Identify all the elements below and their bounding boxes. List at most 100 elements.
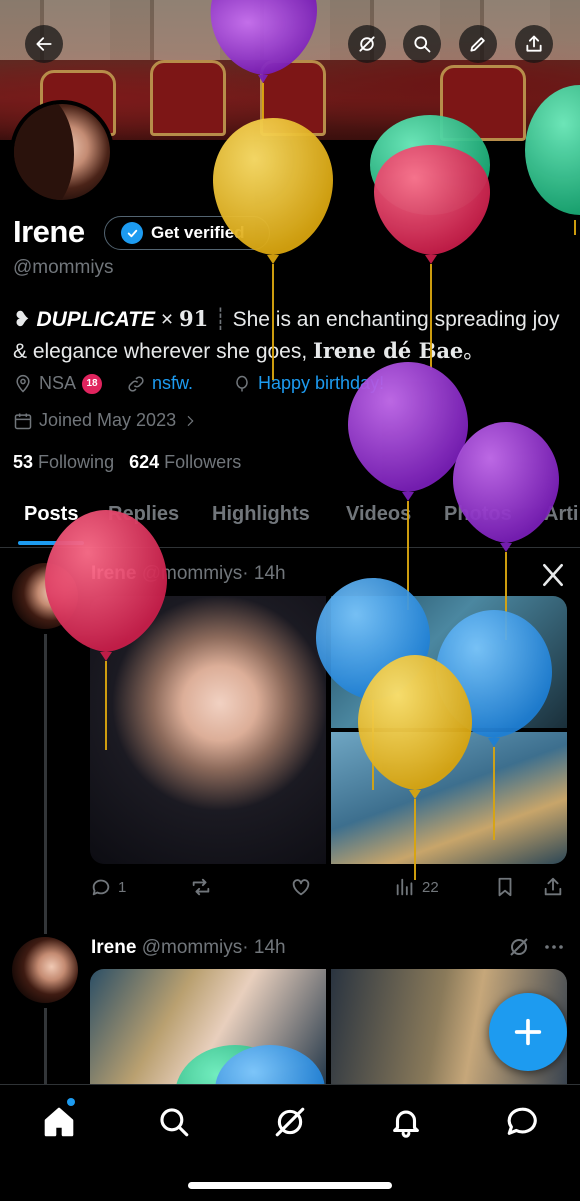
tab-videos[interactable]: Videos [346,503,411,526]
profile-tabs: Posts Replies Highlights Videos Photos A… [0,495,580,548]
bookmark-button[interactable] [494,876,516,898]
reply-icon [92,879,110,896]
post-author[interactable]: Irene [91,563,136,584]
post-header: Irene @mommiys· 14h [91,563,286,585]
grok-icon[interactable] [507,935,531,964]
followers-label: Followers [164,452,242,472]
views-button[interactable]: 22 [394,876,439,898]
tab-posts[interactable]: Posts [24,503,78,526]
tab-photos[interactable]: Photos [444,503,512,526]
compose-button[interactable] [489,993,567,1071]
post-avatar[interactable] [12,563,78,629]
back-button[interactable] [25,25,63,63]
get-verified-button[interactable]: Get verified [104,216,270,250]
x-logo-icon [540,562,566,593]
joined-text: Joined May 2023 [39,410,177,430]
repost-button[interactable] [190,876,212,898]
reply-count: 1 [118,878,127,896]
profile-website[interactable]: nsfw. [126,373,193,394]
profile-birthday[interactable]: Happy birthday! [232,373,384,394]
tab-replies[interactable]: Replies [108,503,179,526]
post-image[interactable] [331,596,567,728]
balloon [348,362,468,610]
banner-chair [260,60,326,136]
post-image[interactable] [90,596,326,864]
heart-icon [292,879,310,896]
home-icon [44,1107,74,1137]
tab-articles[interactable]: Arti [544,503,578,526]
edit-button[interactable] [459,25,497,63]
link-icon [128,375,144,392]
bio-count: 91 [179,306,209,331]
post-image[interactable] [331,732,567,864]
search-icon [160,1108,189,1137]
grok-button[interactable] [348,25,386,63]
thread-line [44,634,47,934]
bio-prefix-icon: ❥ [13,308,31,331]
bell-icon [393,1110,419,1138]
home-indicator [188,1182,392,1189]
bio-duplicate: DUPLICATE [36,308,156,331]
profile-name: Irene [13,214,85,249]
profile-bio: ❥ DUPLICATE × 91 ┊ She is an enchanting … [13,303,568,367]
birthday-link[interactable]: Happy birthday! [258,373,384,394]
arrow-left-icon [36,37,52,51]
tab-highlights[interactable]: Highlights [212,503,310,526]
tab-active-indicator [18,541,84,545]
post-actions: 1 22 [90,876,570,904]
post-handle[interactable]: @mommiys [142,937,243,958]
profile-joined[interactable]: Joined May 2023 [13,410,198,431]
reply-button[interactable]: 1 [90,876,126,898]
share-post-button[interactable] [542,876,564,898]
post-time: · 14h [242,563,286,584]
profile-handle: @mommiys [13,257,114,278]
nav-home[interactable] [42,1105,76,1139]
views-count: 22 [422,878,439,896]
nav-explore[interactable] [157,1105,191,1139]
thread-line [44,1008,47,1084]
verified-badge-icon [121,222,143,244]
website-link[interactable]: nsfw. [152,373,193,394]
profile-location: NSA 18 [13,373,103,394]
followers-link[interactable]: 624 Followers [129,452,241,472]
chevron-right-icon [187,415,194,426]
grok-icon [275,1107,305,1137]
profile-avatar[interactable] [10,100,114,204]
home-notification-dot [67,1098,75,1106]
pencil-icon [470,37,485,52]
bio-divider: ┊ [214,308,227,331]
nav-notifications[interactable] [389,1105,423,1139]
post-image[interactable] [90,969,326,1084]
bio-end: 。 [463,340,485,363]
nav-grok[interactable] [273,1105,307,1139]
search-button[interactable] [403,25,441,63]
post-time: · 14h [242,937,286,958]
more-options-icon[interactable] [542,935,566,964]
post-author[interactable]: Irene [91,937,136,958]
views-icon [396,878,413,896]
get-verified-label: Get verified [151,223,245,242]
banner-chair [150,60,226,136]
search-icon [414,36,431,53]
post-handle[interactable]: @mommiys [142,563,243,584]
chat-icon [507,1107,537,1135]
like-button[interactable] [290,876,312,898]
following-link[interactable]: 53 Following [13,452,114,472]
bio-signature: Irene dé Bae [313,338,464,363]
bookmark-icon [498,877,512,897]
share-icon [526,35,542,52]
followers-count: 624 [129,452,160,472]
following-count: 53 [13,452,34,472]
post-header: Irene @mommiys· 14h [91,937,286,959]
post-avatar[interactable] [12,937,78,1003]
calendar-icon [14,413,32,429]
share-button[interactable] [515,25,553,63]
age-restricted-badge: 18 [82,373,103,394]
nav-messages[interactable] [505,1105,539,1139]
balloon-icon [236,375,248,391]
follow-counts: 53 Following 624 Followers [13,452,241,473]
plus-icon [514,1018,542,1046]
following-label: Following [38,452,115,472]
bio-times: × [160,308,174,331]
location-text: NSA [39,373,77,393]
